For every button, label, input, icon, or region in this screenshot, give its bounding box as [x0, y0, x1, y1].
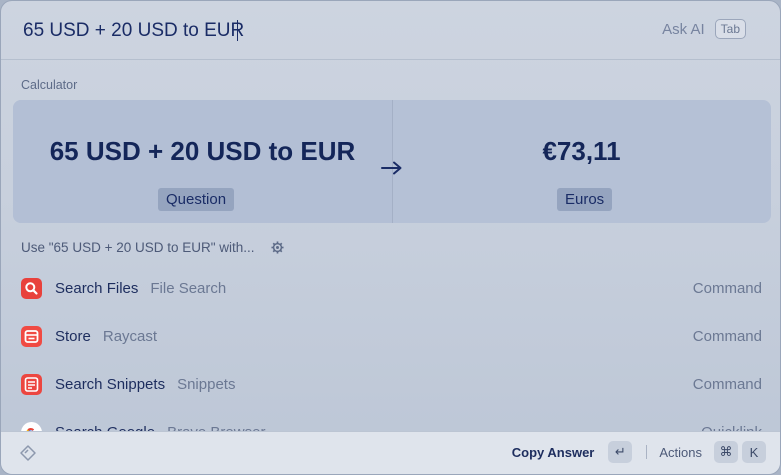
- calculator-question: 65 USD + 20 USD to EUR: [49, 136, 356, 166]
- list-item[interactable]: Store Raycast Command: [1, 312, 780, 360]
- search-input[interactable]: [23, 19, 583, 43]
- calculator-answer: €73,11: [542, 136, 621, 166]
- action-bar: Copy Answer ↵ Actions ⌘ K: [1, 431, 780, 474]
- actions-button[interactable]: Actions: [659, 445, 702, 460]
- list-item-type: Command: [692, 376, 762, 393]
- use-with-header: Use "65 USD + 20 USD to EUR" with...: [21, 240, 284, 255]
- calculator-section-label: Calculator: [21, 78, 78, 92]
- list-item[interactable]: Search Files File Search Command: [1, 264, 780, 312]
- command-key-hint: ⌘: [714, 441, 738, 463]
- list-item-title: Store Raycast: [55, 328, 158, 345]
- list-item-subtitle: File Search: [150, 280, 227, 297]
- tab-key-hint: Tab: [714, 19, 746, 39]
- search-files-icon: [21, 278, 42, 299]
- list-item-subtitle: Snippets: [177, 376, 236, 393]
- text-caret: [237, 20, 238, 41]
- answer-unit-tag: Euros: [557, 188, 613, 211]
- list-item-subtitle: Raycast: [102, 328, 158, 345]
- list-item-title: Search Files File Search: [55, 280, 227, 297]
- snippets-icon: [21, 374, 42, 395]
- ask-ai-button[interactable]: Ask AI Tab: [662, 19, 746, 39]
- list-item[interactable]: Search Snippets Snippets Command: [1, 360, 780, 408]
- search-bar: Ask AI Tab: [1, 1, 780, 60]
- calculator-question-pane: 65 USD + 20 USD to EUR Question: [13, 100, 392, 223]
- footer-actions: Copy Answer ↵ Actions ⌘ K: [512, 441, 766, 463]
- use-with-label: Use "65 USD + 20 USD to EUR" with...: [21, 240, 255, 255]
- return-key-hint: ↵: [608, 441, 633, 463]
- k-key-hint: K: [742, 441, 766, 463]
- store-icon: [21, 326, 42, 347]
- footer-divider: [646, 445, 648, 459]
- list-item-title: Search Snippets Snippets: [55, 376, 236, 393]
- arrow-right-icon: [381, 161, 402, 175]
- raycast-logo-icon[interactable]: [19, 444, 37, 462]
- list-item-type: Command: [692, 328, 762, 345]
- copy-answer-button[interactable]: Copy Answer: [512, 445, 595, 460]
- ask-ai-label: Ask AI: [662, 20, 705, 38]
- gear-icon[interactable]: [271, 241, 284, 254]
- list-item-type: Command: [692, 280, 762, 297]
- question-tag: Question: [158, 188, 235, 211]
- launcher-window: Ask AI Tab Calculator 65 USD + 20 USD to…: [0, 0, 781, 475]
